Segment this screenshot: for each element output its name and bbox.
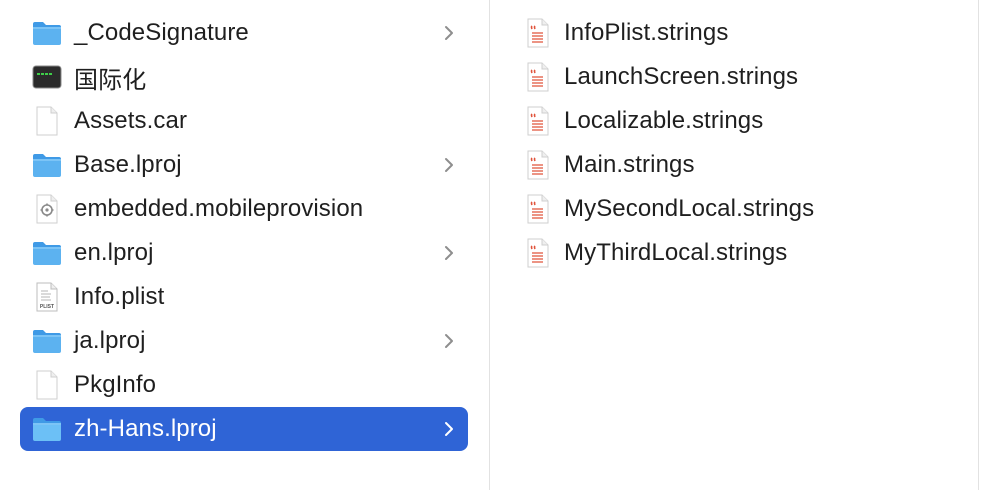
plist-icon: PLIST [32, 282, 62, 312]
strings-file-icon [524, 194, 552, 224]
file-list: InfoPlist.strings LaunchScreen.strings L… [490, 0, 978, 275]
file-name: LaunchScreen.strings [564, 63, 799, 90]
chevron-right-icon [445, 422, 453, 436]
row-app-guojihua[interactable]: 国际化 [20, 55, 468, 99]
row-ja-lproj[interactable]: ja.lproj [20, 319, 468, 363]
row-assets-car[interactable]: Assets.car [20, 99, 468, 143]
document-icon [32, 106, 62, 136]
row-mythirdlocal-strings[interactable]: MyThirdLocal.strings [490, 231, 978, 275]
row-codesignature[interactable]: _CodeSignature [20, 11, 468, 55]
folder-icon [32, 326, 62, 356]
file-list: _CodeSignature 国际化 Assets.car Base.lproj… [0, 0, 489, 451]
file-name: PkgInfo [74, 371, 157, 398]
file-name: _CodeSignature [74, 19, 249, 46]
file-name: MyThirdLocal.strings [564, 239, 788, 266]
folder-icon [32, 150, 62, 180]
row-launchscreen-strings[interactable]: LaunchScreen.strings [490, 55, 978, 99]
row-localizable-strings[interactable]: Localizable.strings [490, 99, 978, 143]
row-mysecondlocal-strings[interactable]: MySecondLocal.strings [490, 187, 978, 231]
file-name: Assets.car [74, 107, 188, 134]
strings-file-icon [524, 106, 552, 136]
row-pkginfo[interactable]: PkgInfo [20, 363, 468, 407]
row-embedded-mobileprovision[interactable]: embedded.mobileprovision [20, 187, 468, 231]
file-name: Base.lproj [74, 151, 182, 178]
folder-icon [32, 238, 62, 268]
document-icon [32, 370, 62, 400]
file-name: embedded.mobileprovision [74, 195, 364, 222]
row-base-lproj[interactable]: Base.lproj [20, 143, 468, 187]
file-name: 国际化 [74, 66, 147, 94]
folder-icon [32, 414, 62, 444]
file-name: Localizable.strings [564, 107, 764, 134]
file-name: Main.strings [564, 151, 695, 178]
column-zh-hans-contents[interactable]: InfoPlist.strings LaunchScreen.strings L… [490, 0, 979, 490]
column-bundle-contents[interactable]: _CodeSignature 国际化 Assets.car Base.lproj… [0, 0, 490, 490]
file-name: MySecondLocal.strings [564, 195, 815, 222]
row-infoplist-strings[interactable]: InfoPlist.strings [490, 11, 978, 55]
svg-text:PLIST: PLIST [40, 304, 54, 310]
row-en-lproj[interactable]: en.lproj [20, 231, 468, 275]
file-name: InfoPlist.strings [564, 19, 729, 46]
file-name: en.lproj [74, 239, 154, 266]
provision-icon [32, 194, 62, 224]
file-name: Info.plist [74, 283, 165, 310]
row-main-strings[interactable]: Main.strings [490, 143, 978, 187]
strings-file-icon [524, 18, 552, 48]
chevron-right-icon [445, 246, 453, 260]
row-zh-hans-lproj[interactable]: zh-Hans.lproj [20, 407, 468, 451]
strings-file-icon [524, 238, 552, 268]
chevron-right-icon [445, 26, 453, 40]
app-terminal-icon [32, 62, 62, 92]
file-name: zh-Hans.lproj [74, 415, 217, 442]
row-info-plist[interactable]: PLIST Info.plist [20, 275, 468, 319]
chevron-right-icon [445, 334, 453, 348]
strings-file-icon [524, 150, 552, 180]
strings-file-icon [524, 62, 552, 92]
folder-icon [32, 18, 62, 48]
file-name: ja.lproj [74, 327, 146, 354]
chevron-right-icon [445, 158, 453, 172]
